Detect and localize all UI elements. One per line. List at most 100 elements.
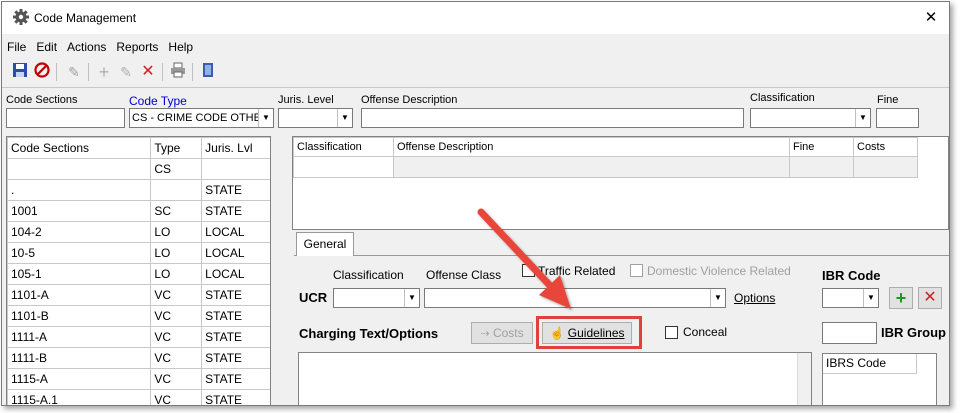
table-cell[interactable]: LOCAL xyxy=(201,221,270,243)
fine-input[interactable] xyxy=(876,108,919,128)
table-cell[interactable]: 1115-A xyxy=(7,368,152,390)
table-cell[interactable]: STATE xyxy=(201,284,270,306)
table-row[interactable]: 1115-A VC STATE xyxy=(7,368,270,390)
edit-icon[interactable]: ✎ xyxy=(116,62,136,82)
print-icon[interactable] xyxy=(168,62,188,82)
stamp-icon[interactable]: ✎ xyxy=(64,62,84,82)
chevron-down-icon[interactable]: ▼ xyxy=(855,109,870,127)
table-cell[interactable] xyxy=(853,156,918,178)
code-type-select[interactable]: CS - CRIME CODE OTHER ▼ xyxy=(129,108,274,128)
column-header[interactable]: Offense Description xyxy=(393,137,790,157)
table-row[interactable]: 1111-B VC STATE xyxy=(7,347,270,369)
table-cell[interactable] xyxy=(393,156,790,178)
table-row[interactable]: 1101-B VC STATE xyxy=(7,305,270,327)
table-cell[interactable]: 1115-A.1 xyxy=(7,389,152,405)
ibrs-code-header[interactable]: IBRS Code xyxy=(823,354,917,374)
table-cell[interactable]: CS xyxy=(150,158,203,180)
table-cell[interactable]: STATE xyxy=(201,368,270,390)
column-header[interactable]: Costs xyxy=(853,137,918,157)
exit-icon[interactable] xyxy=(198,62,218,82)
table-cell[interactable]: STATE xyxy=(201,179,270,201)
chevron-down-icon[interactable]: ▼ xyxy=(863,289,878,307)
cancel-icon[interactable] xyxy=(32,62,52,82)
table-cell[interactable]: STATE xyxy=(201,200,270,222)
table-cell[interactable]: STATE xyxy=(201,326,270,348)
code-details-grid[interactable]: Classification Offense Description Fine … xyxy=(292,136,949,230)
table-cell[interactable]: 1111-A xyxy=(7,326,152,348)
close-icon[interactable]: ✕ xyxy=(919,8,943,28)
menu-file[interactable]: File xyxy=(2,38,31,56)
table-cell[interactable]: 1101-B xyxy=(7,305,152,327)
column-header[interactable]: Juris. Lvl xyxy=(201,137,270,159)
table-cell[interactable]: VC xyxy=(150,326,203,348)
table-cell[interactable]: LO xyxy=(150,263,203,285)
ibr-code-select[interactable]: ▼ xyxy=(822,288,879,308)
table-cell[interactable]: STATE xyxy=(201,389,270,405)
table-row[interactable]: 1101-A VC STATE xyxy=(7,284,270,306)
table-cell[interactable] xyxy=(789,156,854,178)
domestic-violence-checkbox[interactable] xyxy=(630,264,643,277)
column-header[interactable]: Code Sections xyxy=(7,137,152,159)
table-cell[interactable] xyxy=(293,156,394,178)
table-cell[interactable] xyxy=(7,158,152,180)
column-header[interactable]: Type xyxy=(150,137,203,159)
code-type-label[interactable]: Code Type xyxy=(129,94,187,108)
table-cell[interactable]: 1001 xyxy=(7,200,152,222)
options-link[interactable]: Options xyxy=(734,291,775,305)
juris-level-select[interactable]: ▼ xyxy=(278,108,353,128)
costs-button[interactable]: ⇢ Costs xyxy=(471,322,533,344)
table-cell[interactable] xyxy=(150,179,203,201)
add-icon[interactable]: + xyxy=(94,62,114,82)
chevron-down-icon[interactable]: ▼ xyxy=(337,109,352,127)
table-cell[interactable]: VC xyxy=(150,305,203,327)
code-sections-table[interactable]: Code Sections Type Juris. Lvl CS. STATE 10… xyxy=(6,136,271,405)
table-cell[interactable]: STATE xyxy=(201,305,270,327)
chevron-down-icon[interactable]: ▼ xyxy=(710,289,725,307)
table-row[interactable]: 1115-A.1 VC STATE xyxy=(7,389,270,405)
table-row[interactable]: 104-2 LO LOCAL xyxy=(7,221,270,243)
ucr-classification-select[interactable]: ▼ xyxy=(333,288,420,308)
table-cell[interactable]: 1111-B xyxy=(7,347,152,369)
ibrs-code-list[interactable]: IBRS Code xyxy=(822,353,937,405)
table-row[interactable] xyxy=(293,156,918,178)
chevron-down-icon[interactable]: ▼ xyxy=(404,289,419,307)
menu-edit[interactable]: Edit xyxy=(31,38,62,56)
table-cell[interactable]: . xyxy=(7,179,152,201)
table-row[interactable]: 1001 SC STATE xyxy=(7,200,270,222)
offense-description-input[interactable] xyxy=(361,108,744,128)
table-cell[interactable]: LOCAL xyxy=(201,242,270,264)
tab-general[interactable]: General xyxy=(296,232,354,256)
chevron-down-icon[interactable]: ▼ xyxy=(258,109,273,127)
menu-help[interactable]: Help xyxy=(163,38,198,56)
table-cell[interactable]: 10-5 xyxy=(7,242,152,264)
save-icon[interactable] xyxy=(10,62,30,82)
table-row[interactable]: 10-5 LO LOCAL xyxy=(7,242,270,264)
table-cell[interactable]: LO xyxy=(150,221,203,243)
table-cell[interactable]: VC xyxy=(150,389,203,405)
table-cell[interactable]: STATE xyxy=(201,347,270,369)
menu-actions[interactable]: Actions xyxy=(62,38,111,56)
delete-icon[interactable]: ✕ xyxy=(138,62,158,82)
table-cell[interactable]: 105-1 xyxy=(7,263,152,285)
table-cell[interactable]: LOCAL xyxy=(201,263,270,285)
table-row[interactable]: . STATE xyxy=(7,179,270,201)
charging-text-scrollbar[interactable] xyxy=(797,353,811,405)
ibr-group-input[interactable] xyxy=(822,322,877,344)
add-ibr-code-icon[interactable]: + xyxy=(889,287,913,309)
table-cell[interactable]: 104-2 xyxy=(7,221,152,243)
menu-reports[interactable]: Reports xyxy=(111,38,163,56)
classification-select[interactable]: ▼ xyxy=(750,108,871,128)
conceal-checkbox[interactable] xyxy=(665,326,678,339)
table-cell[interactable]: VC xyxy=(150,347,203,369)
table-cell[interactable] xyxy=(201,158,270,180)
table-row[interactable]: 105-1 LO LOCAL xyxy=(7,263,270,285)
table-row[interactable]: 1111-A VC STATE xyxy=(7,326,270,348)
column-header[interactable]: Fine xyxy=(789,137,854,157)
table-cell[interactable]: VC xyxy=(150,368,203,390)
charging-text-box[interactable] xyxy=(298,352,812,405)
table-row[interactable]: CS xyxy=(7,158,270,180)
table-cell[interactable]: VC xyxy=(150,284,203,306)
table-cell[interactable]: LO xyxy=(150,242,203,264)
column-header[interactable]: Classification xyxy=(293,137,394,157)
table-cell[interactable]: 1101-A xyxy=(7,284,152,306)
